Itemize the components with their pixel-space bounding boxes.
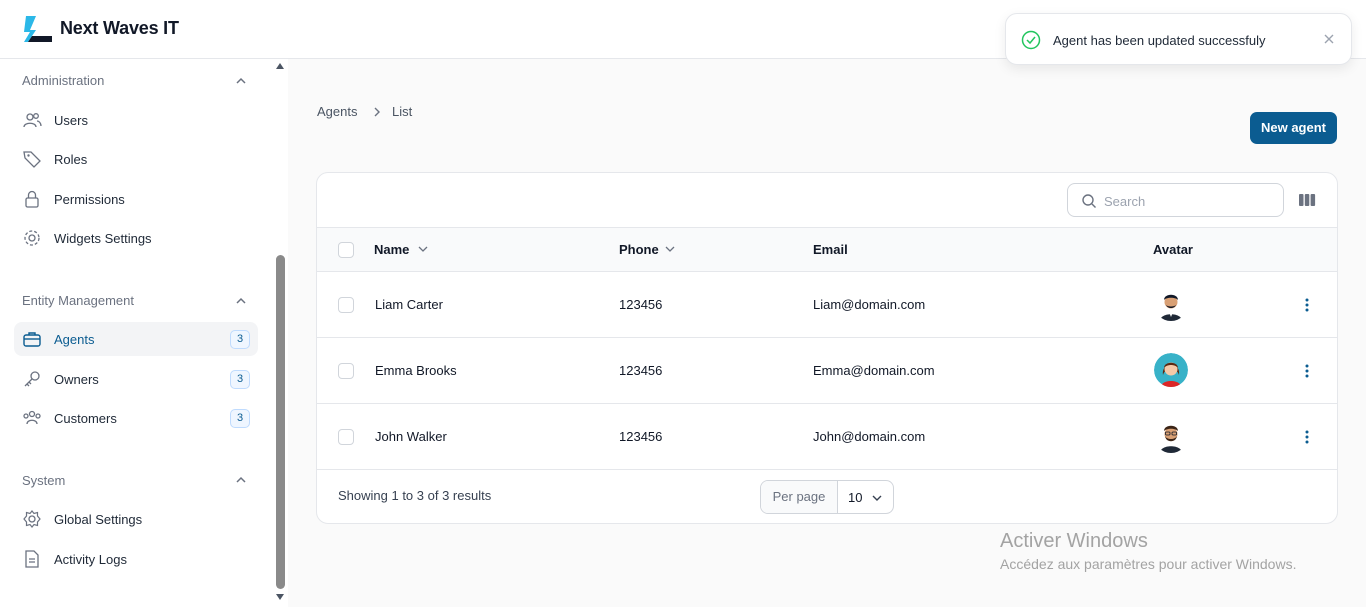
select-all-checkbox[interactable] (338, 242, 354, 258)
cell-email: Liam@domain.com (813, 297, 926, 312)
table-header: Name Phone Email Avatar (317, 227, 1337, 272)
sidebar-item-agents[interactable]: Agents 3 (14, 322, 258, 356)
cell-phone: 123456 (619, 363, 663, 378)
row-checkbox[interactable] (338, 429, 354, 445)
agents-table-card: Name Phone Email Avatar Liam Carter 1234… (316, 172, 1338, 524)
activation-watermark-subtitle: Accédez aux paramètres pour activer Wind… (1000, 556, 1297, 572)
toast-message: Agent has been updated successfuly (1053, 33, 1266, 48)
column-header-name[interactable]: Name (374, 242, 409, 257)
sidebar-item-label: Users (54, 113, 88, 128)
activation-watermark-title: Activer Windows (1000, 530, 1148, 552)
breadcrumb-current: List (392, 104, 413, 119)
sidebar-item-label: Roles (54, 152, 88, 167)
chevron-up-icon[interactable] (235, 295, 247, 307)
breadcrumb-parent[interactable]: Agents (317, 104, 357, 119)
sidebar-item-label: Widgets Settings (54, 231, 152, 246)
scroll-down-arrow[interactable] (276, 594, 284, 600)
sidebar-item-users[interactable]: Users (14, 103, 258, 137)
per-page-label: Per page (761, 481, 838, 513)
sidebar-item-global-settings[interactable]: Global Settings (14, 502, 258, 536)
settings-icon (23, 510, 41, 528)
table-row: John Walker 123456 John@domain.com (317, 404, 1337, 470)
gear-icon (24, 230, 40, 246)
sidebar-item-permissions[interactable]: Permissions (14, 182, 258, 216)
avatar (1154, 353, 1188, 387)
cell-email: John@domain.com (813, 429, 926, 444)
results-summary: Showing 1 to 3 of 3 results (338, 488, 492, 503)
logo-icon (24, 16, 52, 42)
briefcase-icon (23, 332, 41, 347)
row-actions-icon[interactable] (1301, 296, 1313, 314)
sidebar-item-customers[interactable]: Customers 3 (14, 401, 258, 435)
sidebar-item-activity-logs[interactable]: Activity Logs (14, 542, 258, 576)
success-toast: Agent has been updated successfuly (1005, 13, 1352, 65)
chevron-up-icon[interactable] (235, 474, 247, 486)
avatar (1160, 425, 1182, 453)
sort-chevron-icon[interactable] (418, 245, 428, 253)
columns-toggle-icon[interactable] (1298, 192, 1316, 208)
column-header-email: Email (813, 242, 848, 257)
table-row: Emma Brooks 123456 Emma@domain.com (317, 338, 1337, 404)
sidebar-item-label: Customers (54, 411, 117, 426)
row-actions-icon[interactable] (1301, 362, 1313, 380)
search-icon (1082, 194, 1096, 208)
sidebar-item-widgets-settings[interactable]: Widgets Settings (14, 221, 258, 255)
group-icon (23, 410, 41, 425)
sidebar-scrollbar-thumb[interactable] (276, 255, 285, 589)
lock-icon (25, 190, 39, 208)
count-badge: 3 (230, 370, 250, 389)
row-actions-icon[interactable] (1301, 428, 1313, 446)
avatar (1160, 294, 1182, 321)
cell-name: Liam Carter (375, 297, 443, 312)
cell-name: John Walker (375, 429, 447, 444)
tag-icon (23, 151, 41, 168)
cell-email: Emma@domain.com (813, 363, 935, 378)
sidebar-item-label: Permissions (54, 192, 125, 207)
chevron-down-icon[interactable] (871, 493, 883, 503)
count-badge: 3 (230, 409, 250, 428)
per-page-value[interactable]: 10 (848, 490, 862, 505)
search-input[interactable] (1104, 191, 1274, 211)
sort-chevron-icon[interactable] (665, 245, 675, 253)
sidebar-item-label: Owners (54, 372, 99, 387)
count-badge: 3 (230, 330, 250, 349)
column-header-avatar: Avatar (1153, 242, 1193, 257)
key-icon (24, 371, 40, 387)
sidebar-item-owners[interactable]: Owners 3 (14, 362, 258, 396)
chevron-up-icon[interactable] (235, 75, 247, 87)
section-header-system[interactable]: System (22, 473, 65, 488)
cell-phone: 123456 (619, 429, 663, 444)
sidebar: Administration Users Roles Permissions W… (0, 59, 288, 607)
sidebar-item-label: Agents (54, 332, 95, 347)
column-header-phone[interactable]: Phone (619, 242, 659, 257)
chevron-right-icon (374, 107, 380, 117)
sidebar-item-label: Activity Logs (54, 552, 127, 567)
sidebar-item-label: Global Settings (54, 512, 143, 527)
cell-phone: 123456 (619, 297, 663, 312)
search-box[interactable] (1067, 183, 1284, 217)
document-icon (25, 550, 39, 568)
per-page-select[interactable]: Per page 10 (760, 480, 894, 514)
scroll-up-arrow[interactable] (276, 63, 284, 69)
table-row: Liam Carter 123456 Liam@domain.com (317, 272, 1337, 338)
sidebar-item-roles[interactable]: Roles (14, 142, 258, 176)
cell-name: Emma Brooks (375, 363, 457, 378)
check-circle-icon (1021, 30, 1041, 50)
users-icon (23, 113, 42, 128)
section-header-entity-management[interactable]: Entity Management (22, 293, 134, 308)
row-checkbox[interactable] (338, 297, 354, 313)
brand-name[interactable]: Next Waves IT (60, 18, 179, 39)
close-icon[interactable] (1322, 32, 1336, 46)
section-header-administration[interactable]: Administration (22, 73, 104, 88)
new-agent-button[interactable]: New agent (1250, 112, 1337, 144)
row-checkbox[interactable] (338, 363, 354, 379)
